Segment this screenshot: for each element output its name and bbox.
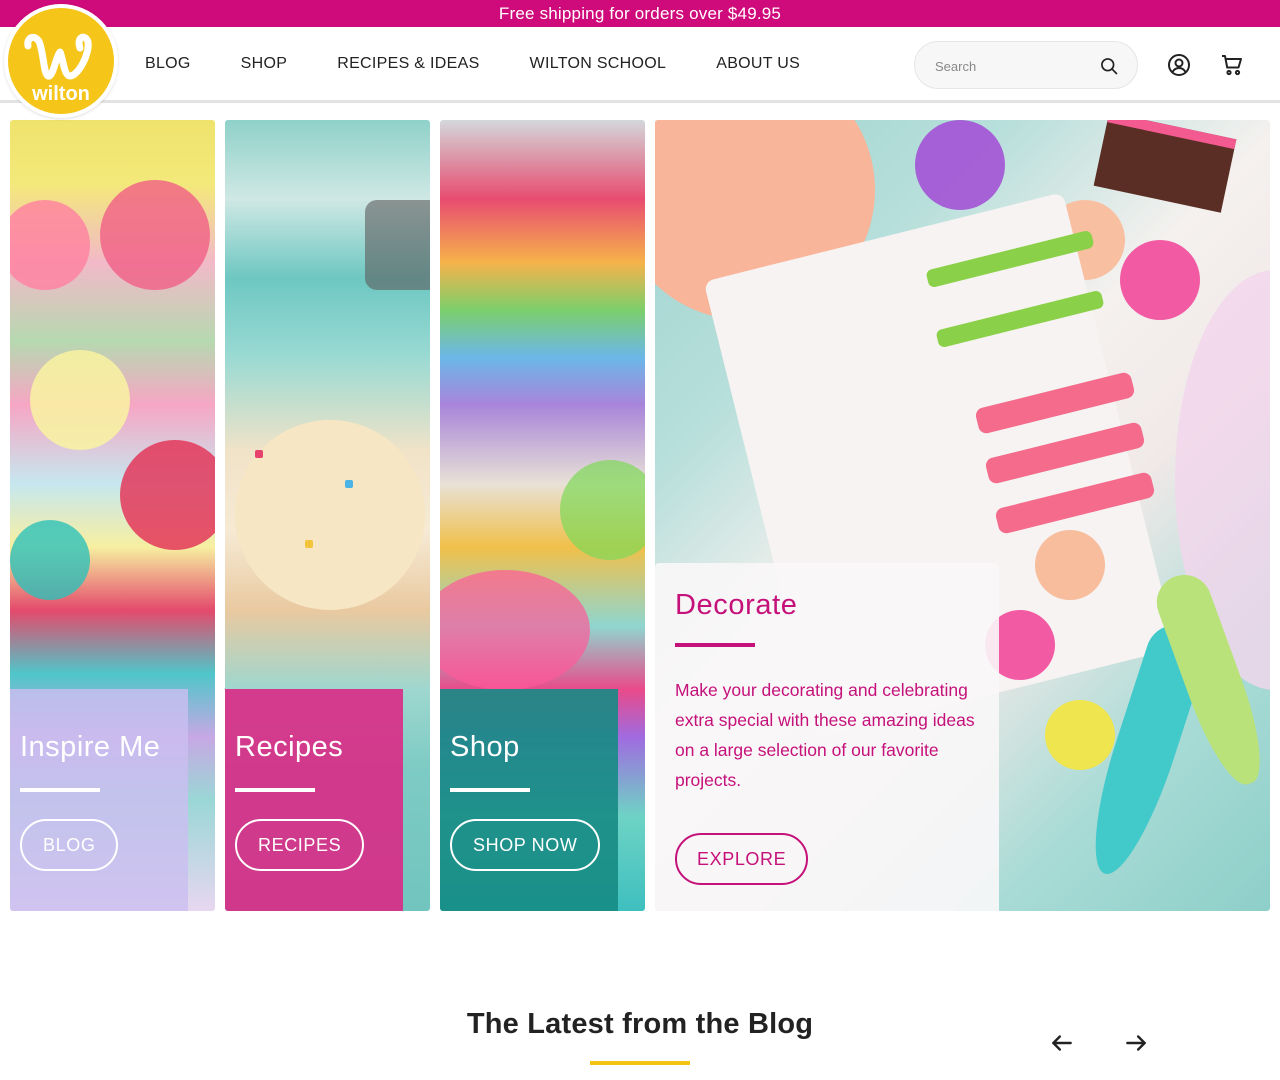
frosting-decoration: [100, 180, 210, 290]
hero-panel-recipes: Recipes RECIPES: [225, 120, 430, 911]
blog-section-title: The Latest from the Blog: [466, 1008, 814, 1040]
cupcake-frosting-decoration: [440, 570, 590, 690]
blog-title-divider: [590, 1061, 690, 1065]
frosting-decoration: [10, 200, 90, 290]
brownie-decoration: [1093, 120, 1237, 213]
nav-item-recipes-ideas[interactable]: RECIPES & IDEAS: [337, 55, 479, 73]
cookie-decoration: [235, 420, 425, 610]
blog-button[interactable]: BLOG: [20, 819, 119, 871]
frosting-decoration: [120, 440, 215, 550]
title-divider: [235, 788, 315, 792]
pan-decoration: [365, 200, 430, 290]
sprinkle-decoration: [255, 450, 263, 458]
nav-item-blog[interactable]: BLOG: [145, 55, 191, 73]
arrow-right-icon[interactable]: [1123, 1030, 1149, 1056]
explore-button[interactable]: EXPLORE: [675, 833, 809, 885]
wilton-logo-icon: wilton: [8, 8, 114, 114]
wilton-logo[interactable]: wilton: [4, 4, 118, 118]
shopping-cart-icon[interactable]: [1220, 53, 1244, 77]
nav-item-wilton-school[interactable]: WILTON SCHOOL: [530, 55, 667, 73]
recipes-button[interactable]: RECIPES: [235, 819, 365, 871]
user-account-icon[interactable]: [1167, 53, 1191, 77]
title-divider: [450, 788, 530, 792]
decorate-title: Decorate: [675, 589, 798, 621]
arrow-left-icon[interactable]: [1049, 1030, 1075, 1056]
title-divider: [675, 643, 755, 647]
title-divider: [20, 788, 100, 792]
hero-panel-inspire: Inspire Me BLOG: [10, 120, 215, 911]
cupcake-decoration: [1045, 700, 1115, 770]
nav-item-about-us[interactable]: ABOUT US: [716, 55, 800, 73]
logo-wordmark: wilton: [31, 83, 90, 105]
recipes-card: Recipes RECIPES: [225, 689, 403, 911]
sprinkle-decoration: [305, 540, 313, 548]
recipes-title: Recipes: [235, 731, 344, 763]
decorate-description: Make your decorating and celebrating ext…: [675, 680, 975, 790]
promo-banner: Free shipping for orders over $49.95: [0, 0, 1280, 27]
shop-now-button[interactable]: SHOP NOW: [450, 819, 601, 871]
inspire-title: Inspire Me: [20, 731, 161, 763]
cupcake-decoration: [915, 120, 1005, 210]
shop-title: Shop: [450, 731, 520, 763]
inspire-card: Inspire Me BLOG: [10, 689, 188, 911]
nav-item-shop[interactable]: SHOP: [241, 55, 288, 73]
search-box: [914, 41, 1138, 89]
decorate-card: Decorate Make your decorating and celebr…: [655, 563, 999, 911]
hero-panel-shop: Shop SHOP NOW: [440, 120, 645, 911]
cupcake-decoration: [1120, 240, 1200, 320]
frosting-decoration: [10, 520, 90, 600]
frosting-decoration: [30, 350, 130, 450]
search-icon[interactable]: [1099, 56, 1119, 76]
main-nav: BLOG SHOP RECIPES & IDEAS WILTON SCHOOL …: [145, 27, 850, 100]
sprinkle-decoration: [345, 480, 353, 488]
site-header: BLOG SHOP RECIPES & IDEAS WILTON SCHOOL …: [0, 27, 1280, 103]
cupcake-frosting-decoration: [560, 460, 645, 560]
hero-panel-decorate: Decorate Make your decorating and celebr…: [655, 120, 1270, 911]
cupcake-decoration: [1035, 530, 1105, 600]
search-input[interactable]: [935, 54, 1095, 78]
shop-card: Shop SHOP NOW: [440, 689, 618, 911]
